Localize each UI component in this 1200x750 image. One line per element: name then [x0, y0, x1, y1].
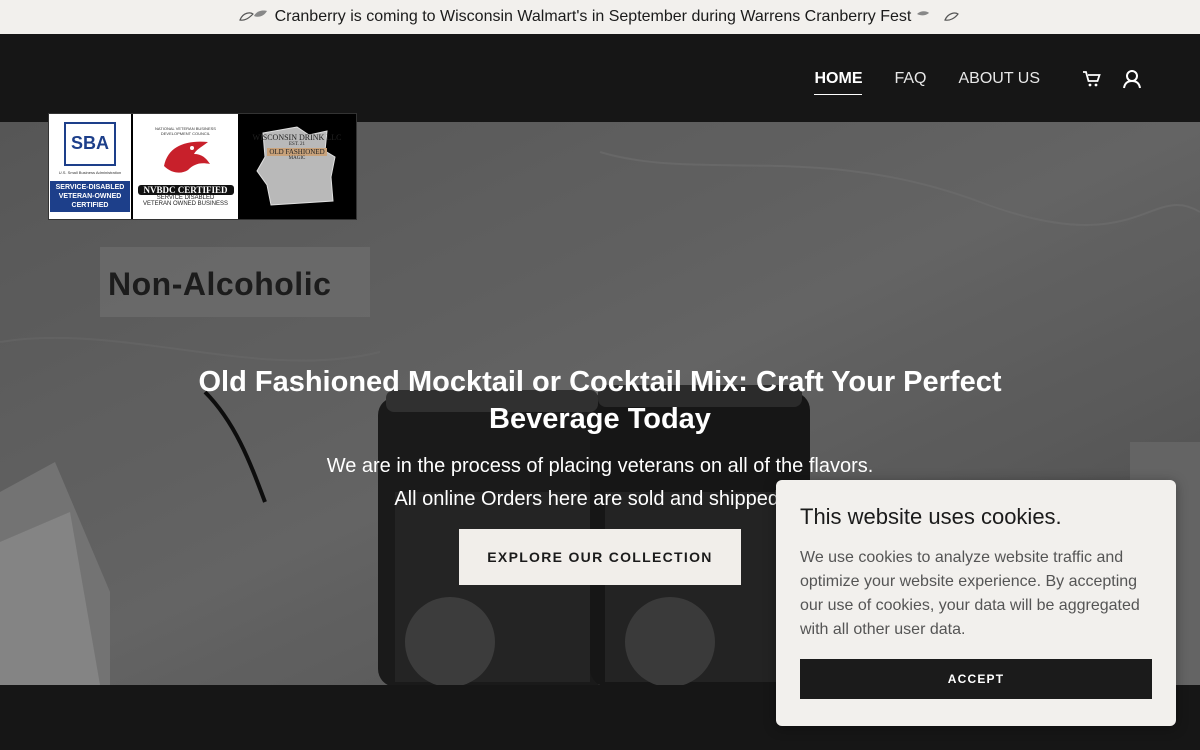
nav-home[interactable]: HOME — [814, 70, 863, 95]
hero-subtitle-line-1: We are in the process of placing veteran… — [326, 455, 874, 477]
wisconsin-drink-tag: MAGIC — [288, 155, 306, 161]
sba-certified-label: SERVICE-DISABLED VETERAN-OWNED CERTIFIED — [50, 180, 130, 212]
cookie-banner: This website uses cookies. We use cookie… — [776, 480, 1176, 726]
accept-cookies-button[interactable]: ACCEPT — [800, 659, 1152, 699]
nvbdc-council-name: NATIONAL VETERAN BUSINESS DEVELOPMENT CO… — [155, 126, 216, 136]
hero-title: Old Fashioned Mocktail or Cocktail Mix: … — [198, 366, 1002, 435]
main-nav: HOME FAQ ABOUT US — [814, 70, 1040, 95]
sba-logo: SBA — [64, 121, 116, 166]
cart-icon[interactable] — [1081, 68, 1103, 90]
site-header: HOME FAQ ABOUT US — [0, 34, 1200, 122]
nvbdc-sub-2: VETERAN OWNED BUSINESS — [142, 201, 228, 207]
nav-about-us[interactable]: ABOUT US — [959, 70, 1041, 95]
nav-faq[interactable]: FAQ — [894, 70, 926, 95]
nvbdc-certified-label: NVBDC CERTIFIED — [137, 185, 234, 195]
leaf-icon — [237, 8, 271, 27]
wisconsin-drink-name: WISCONSIN DRINK LLC — [252, 132, 342, 142]
wisconsin-drink-est: EST. 21 — [288, 141, 306, 147]
wisconsin-drink-product: OLD FASHIONED — [267, 147, 327, 156]
user-icon[interactable] — [1121, 68, 1143, 90]
eagle-icon — [156, 136, 216, 185]
announcement-text: Cranberry is coming to Wisconsin Walmart… — [274, 8, 912, 25]
announcement-bar: Cranberry is coming to Wisconsin Walmart… — [0, 0, 1200, 34]
nvbdc-badge: NATIONAL VETERAN BUSINESS DEVELOPMENT CO… — [133, 114, 238, 219]
leaf-icon — [915, 8, 963, 27]
wisconsin-drink-badge: WISCONSIN DRINK LLC EST. 21 OLD FASHIONE… — [238, 114, 356, 219]
cookie-title: This website uses cookies. — [800, 504, 1062, 529]
sba-badge: SBA U.S. Small Business Administration S… — [49, 114, 131, 219]
certification-badges: SBA U.S. Small Business Administration S… — [48, 113, 357, 220]
explore-collection-button[interactable]: EXPLORE OUR COLLECTION — [459, 529, 741, 585]
hero-image-label: Non-Alcoholic — [108, 266, 332, 302]
cookie-body: We use cookies to analyze website traffi… — [800, 549, 1140, 638]
sba-agency-name: U.S. Small Business Administration — [58, 169, 122, 175]
